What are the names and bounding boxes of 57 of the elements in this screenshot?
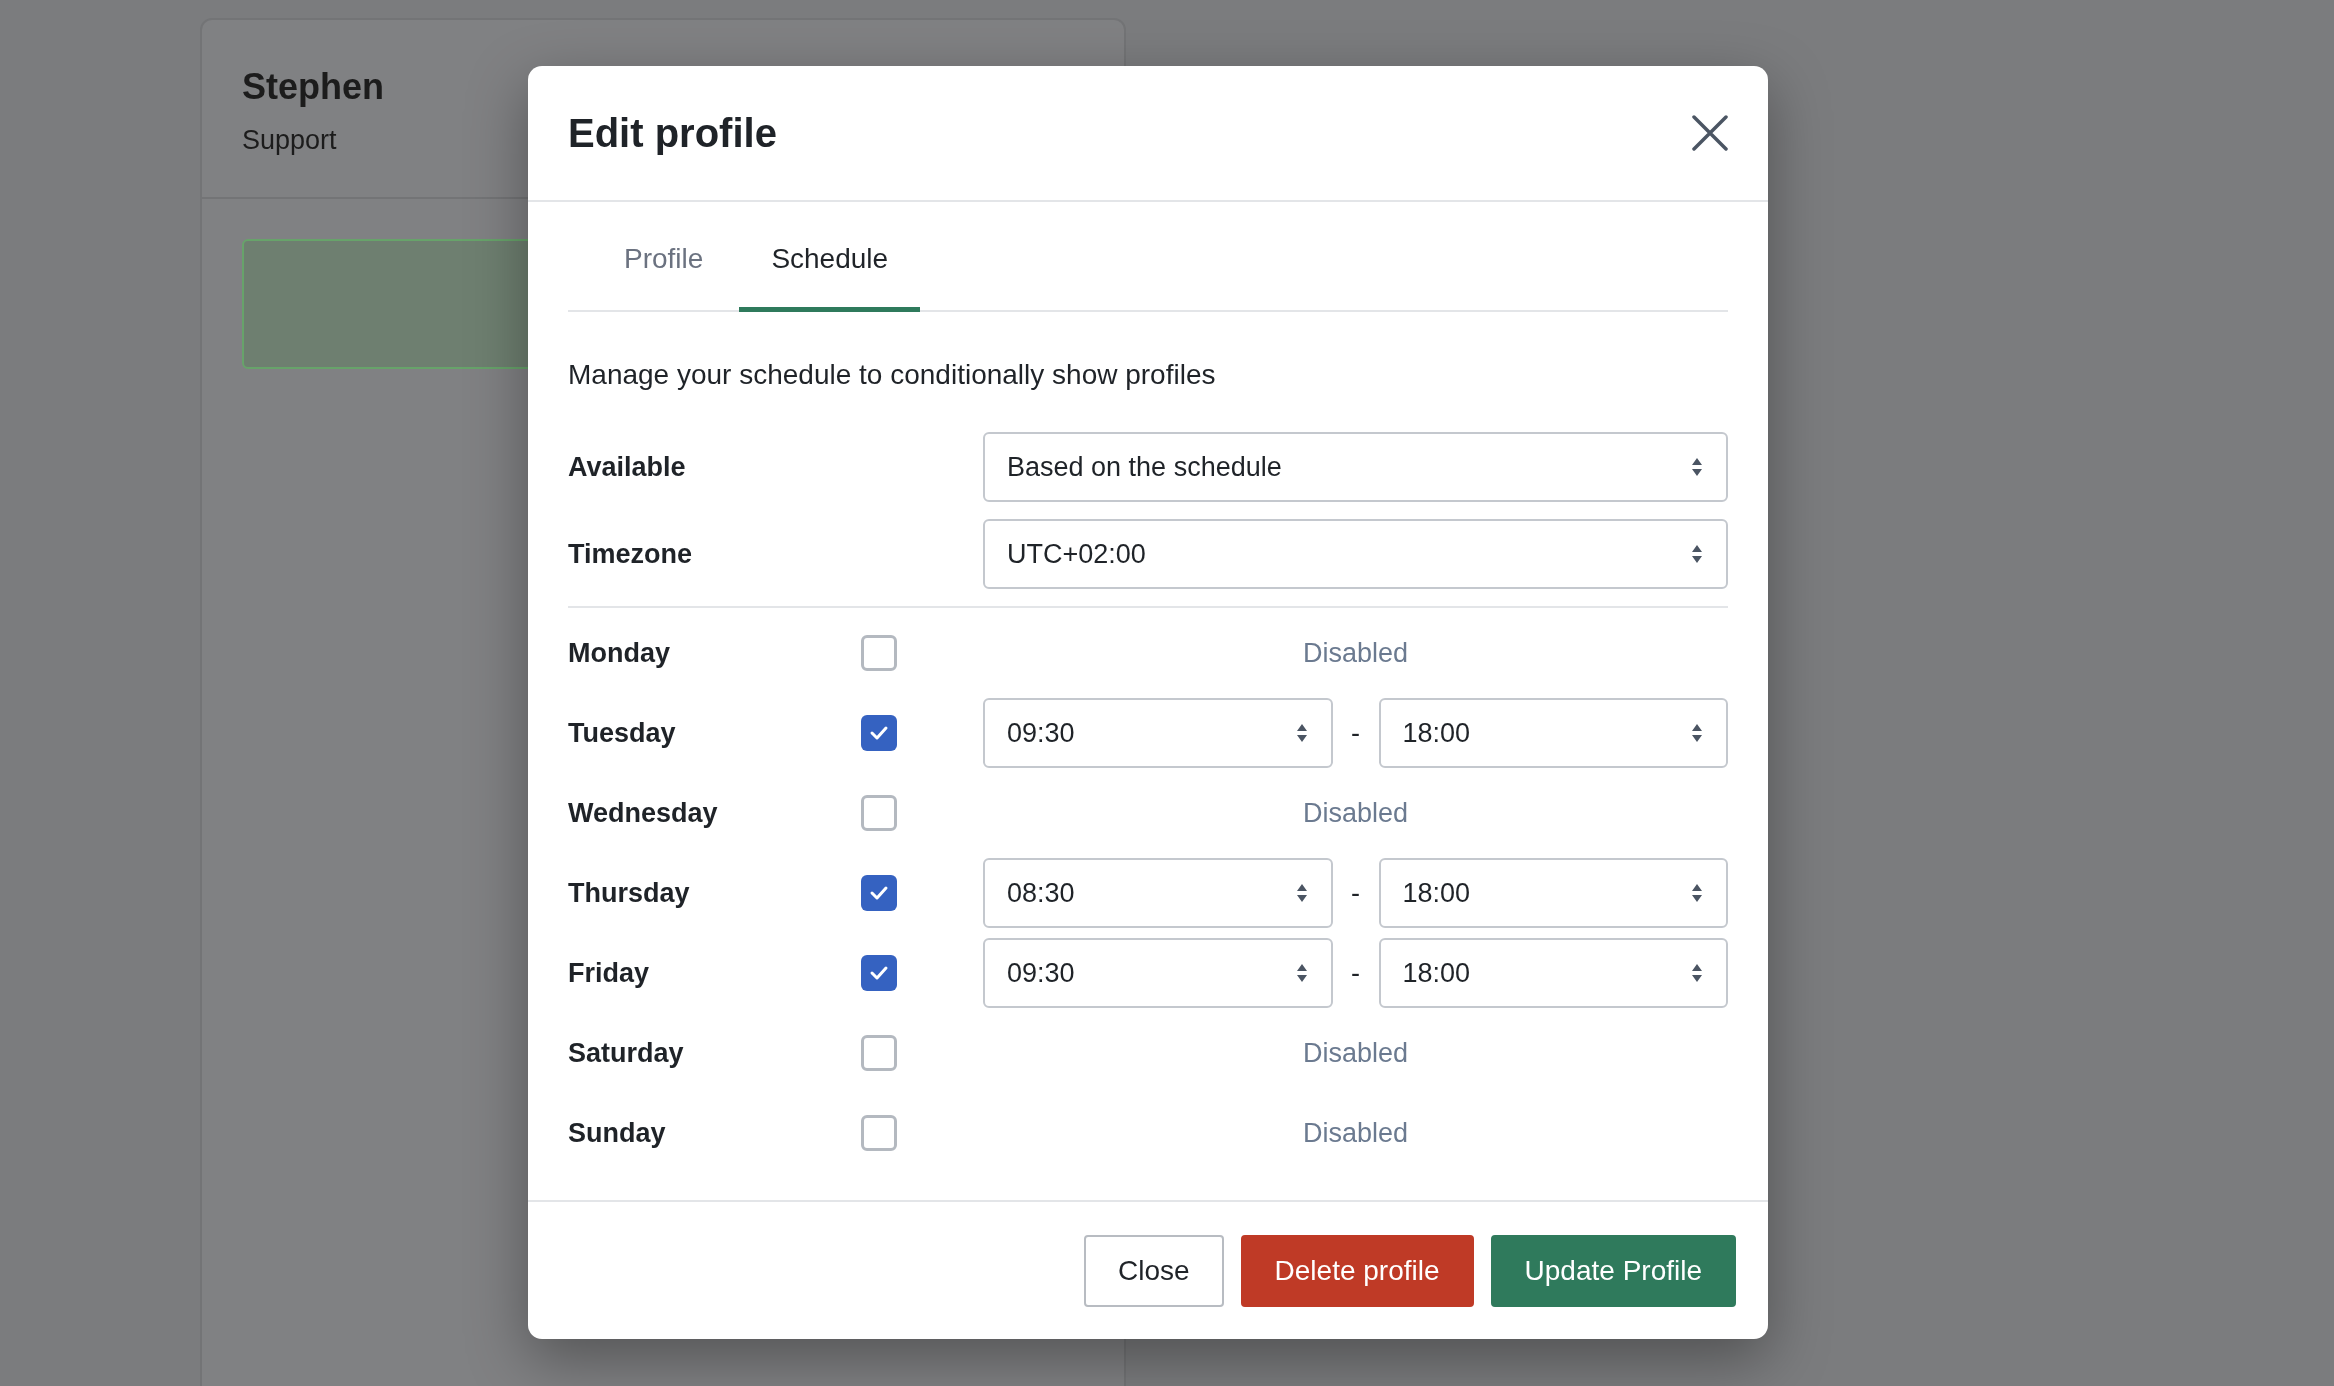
up-down-caret-icon (1690, 457, 1704, 477)
day-label: Wednesday (568, 796, 719, 830)
field-label: Available (568, 450, 687, 484)
disabled-text: Disabled (1302, 636, 1409, 670)
start-time-select[interactable]: 09:30 (983, 698, 1333, 768)
up-down-caret-icon (1294, 883, 1309, 903)
day-label: Sunday (568, 1116, 667, 1150)
dialog-button[interactable]: Close (1084, 1235, 1224, 1307)
description-text: Manage your schedule to conditionally show profiles (568, 358, 1217, 392)
end-time-select[interactable]: 18:00 (1378, 698, 1728, 768)
select-value: 09:30 (1007, 956, 1075, 990)
day-label: Tuesday (568, 716, 677, 750)
day-checkbox[interactable] (861, 955, 897, 991)
dialog-button[interactable]: Update Profile (1490, 1235, 1736, 1307)
disabled-text: Disabled (1302, 1116, 1409, 1150)
profile-role: Support (242, 124, 337, 157)
day-checkbox[interactable] (861, 875, 897, 911)
day-checkbox[interactable] (861, 1115, 897, 1151)
select-value: UTC+02:00 (1007, 537, 1146, 571)
select-value: Based on the schedule (1007, 450, 1282, 484)
up-down-caret-icon (1294, 963, 1309, 983)
profile-name: Stephen (242, 65, 384, 109)
tab[interactable]: Profile (588, 220, 740, 312)
day-checkbox[interactable] (861, 635, 897, 671)
day-label: Friday (568, 956, 651, 990)
dialog-title: Edit profile (568, 110, 777, 157)
day-label: Monday (568, 636, 671, 670)
day-checkbox[interactable] (861, 1035, 897, 1071)
time-separator: - (1350, 956, 1361, 990)
select-value: 09:30 (1007, 716, 1075, 750)
up-down-caret-icon (1690, 544, 1704, 564)
disabled-text: Disabled (1302, 796, 1409, 830)
up-down-caret-icon (1294, 723, 1309, 743)
end-time-select[interactable]: 18:00 (1378, 858, 1728, 928)
day-label: Thursday (568, 876, 691, 910)
time-separator: - (1350, 716, 1361, 750)
field-label: Timezone (568, 537, 694, 571)
up-down-caret-icon (1690, 883, 1704, 903)
select-value: 08:30 (1007, 876, 1075, 910)
select-value: 18:00 (1402, 876, 1471, 910)
close-icon[interactable] (1692, 115, 1728, 151)
select-value: 18:00 (1402, 956, 1471, 990)
day-checkbox[interactable] (861, 715, 897, 751)
time-separator: - (1350, 876, 1361, 910)
day-checkbox[interactable] (861, 795, 897, 831)
day-label: Saturday (568, 1036, 685, 1070)
start-time-select[interactable]: 08:30 (983, 858, 1333, 928)
tab[interactable]: Schedule (739, 220, 921, 312)
select-field[interactable]: Based on the schedule (983, 432, 1728, 502)
disabled-text: Disabled (1302, 1036, 1409, 1070)
start-time-select[interactable]: 09:30 (983, 938, 1333, 1008)
dialog-button[interactable]: Delete profile (1240, 1235, 1474, 1307)
up-down-caret-icon (1690, 723, 1704, 743)
select-field[interactable]: UTC+02:00 (983, 519, 1728, 589)
end-time-select[interactable]: 18:00 (1378, 938, 1728, 1008)
up-down-caret-icon (1690, 963, 1704, 983)
select-value: 18:00 (1402, 716, 1471, 750)
